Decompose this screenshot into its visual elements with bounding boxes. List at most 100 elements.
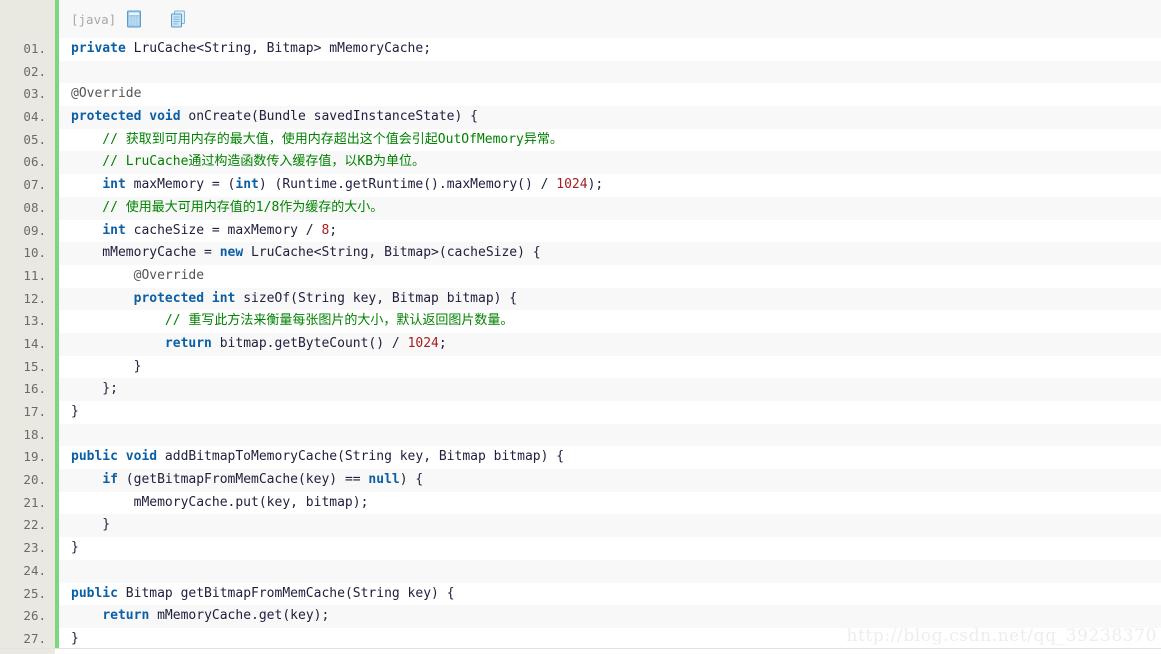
code-token-pl: (getBitmapFromMemCache(key) ==: [117, 472, 369, 488]
code-token-kw: protected void: [71, 109, 181, 125]
code-token-pl: }: [71, 404, 79, 419]
line-number: 20.: [23, 472, 46, 488]
code-token-pl: }: [71, 630, 79, 646]
code-token-pl: }: [71, 540, 79, 556]
code-line: // 使用最大可用内存值的1/8作为缓存的大小。: [59, 196, 1161, 220]
code-line: protected void onCreate(Bundle savedInst…: [59, 106, 1161, 129]
code-token-pl: mMemoryCache =: [71, 245, 220, 261]
code-token-kw: private: [71, 41, 126, 56]
line-number: 26.: [23, 608, 46, 624]
code-line: // 获取到可用内存的最大值，使用内存超出这个值会引起OutOfMemory异常…: [59, 128, 1161, 152]
code-token-pl: };: [71, 381, 118, 397]
code-line: private LruCache<String, Bitmap> mMemory…: [59, 38, 1161, 61]
code-line: protected int sizeOf(String key, Bitmap …: [59, 287, 1161, 311]
code-token-pl: }: [71, 358, 142, 374]
line-number: 06.: [23, 154, 46, 170]
code-block-toolbar: [java]: [59, 0, 1161, 38]
code-line: }: [59, 355, 1161, 379]
code-token-pl: ;: [438, 335, 447, 351]
line-number-gutter: 01. 02. 03. 04. 05. 06. 07. 08. 09. 10. 11. 12. 13. 1…: [0, 0, 55, 654]
code-token-pl: );: [587, 177, 604, 193]
code-token-pl: addBitmapToMemoryCache(String key, Bitma…: [157, 449, 565, 465]
line-number: 21.: [23, 494, 46, 510]
line-number: 16.: [23, 381, 46, 397]
code-line: mMemoryCache = new LruCache<String, Bitm…: [59, 242, 1161, 265]
code-line: [59, 60, 1161, 84]
line-number: 10.: [23, 245, 46, 261]
code-token-cm: // 使用最大可用内存值的1/8作为缓存的大小。: [71, 199, 384, 215]
line-number: 15.: [23, 358, 46, 374]
line-number: 25.: [23, 585, 46, 601]
line-number: 04.: [23, 109, 46, 125]
copy-icon[interactable]: [170, 10, 186, 28]
line-number: 11.: [23, 267, 46, 283]
code-token-kw: public void: [71, 449, 158, 465]
code-token-anno: @Override: [71, 86, 142, 102]
code-token-kw: new: [219, 245, 244, 261]
code-token-num: 1024: [407, 335, 439, 351]
code-token-kw: public: [71, 585, 118, 601]
code-line: // LruCache通过构造函数传入缓存值，以KB为单位。: [59, 151, 1161, 175]
line-number: 09.: [23, 222, 46, 238]
line-number: 05.: [23, 131, 46, 147]
code-token-pl: LruCache<String, Bitmap> mMemoryCache;: [125, 41, 432, 56]
code-line: return bitmap.getByteCount() / 1024;: [59, 332, 1161, 356]
code-line: mMemoryCache.put(key, bitmap);: [59, 491, 1161, 515]
code-line: }: [59, 401, 1161, 424]
code-token-cm: // 获取到可用内存的最大值，使用内存超出这个值会引起OutOfMemory异常…: [71, 131, 563, 147]
code-line: };: [59, 378, 1161, 401]
code-token-pl: ) (Runtime.getRuntime().maxMemory() /: [258, 177, 557, 193]
code-block-viewer: 01. 02. 03. 04. 05. 06. 07. 08. 09. 10. 11. 12. 13. 1…: [0, 0, 1161, 654]
line-number: 03.: [23, 86, 46, 102]
code-token-pl: sizeOf(String key, Bitmap bitmap) {: [235, 290, 518, 306]
line-number: 18.: [23, 426, 46, 442]
code-line: [59, 559, 1161, 583]
code-line: @Override: [59, 83, 1161, 107]
line-number: 23.: [23, 540, 46, 556]
code-token-pl: cacheSize = maxMemory /: [125, 222, 322, 238]
code-token-pl: mMemoryCache.put(key, bitmap);: [71, 494, 369, 510]
code-token-kw: return: [102, 608, 150, 624]
code-token-kw: int: [235, 177, 259, 193]
code-line: if (getBitmapFromMemCache(key) == null) …: [59, 469, 1161, 492]
code-token-pl: Bitmap getBitmapFromMemCache(String key)…: [117, 585, 455, 601]
code-line: }: [59, 537, 1161, 560]
line-number: 13.: [23, 313, 46, 329]
code-token-num: 1024: [556, 177, 588, 193]
code-token-pl: mMemoryCache.get(key);: [149, 608, 330, 624]
line-number: 02.: [23, 63, 46, 79]
code-line: [59, 423, 1161, 447]
code-token-anno: @Override: [71, 267, 205, 283]
line-number: 22.: [23, 517, 46, 533]
line-number: 14.: [23, 335, 46, 351]
code-line: @Override: [59, 264, 1161, 288]
code-token-pl: onCreate(Bundle savedInstanceState) {: [180, 109, 478, 125]
code-token-pl: ;: [329, 222, 338, 238]
code-line: // 重写此方法来衡量每张图片的大小，默认返回图片数量。: [59, 310, 1161, 333]
code-line: }: [59, 514, 1161, 538]
code-content[interactable]: private LruCache<String, Bitmap> mMemory…: [59, 38, 1161, 648]
code-token-kw: if: [102, 472, 118, 488]
code-token-kw: int: [102, 222, 126, 238]
code-line: public void addBitmapToMemoryCache(Strin…: [59, 446, 1161, 470]
code-token-pl: bitmap.getByteCount() /: [211, 335, 408, 351]
bottom-divider: [0, 648, 1161, 649]
line-number: 12.: [23, 290, 46, 306]
code-token-pl: ) {: [399, 472, 424, 488]
code-line: int maxMemory = (int) (Runtime.getRuntim…: [59, 174, 1161, 197]
code-token-pl: maxMemory = (: [125, 177, 236, 193]
code-token-cm: // LruCache通过构造函数传入缓存值，以KB为单位。: [71, 154, 426, 170]
line-number: 08.: [23, 199, 46, 215]
line-number: 24.: [23, 562, 46, 578]
line-number-list: 01. 02. 03. 04. 05. 06. 07. 08. 09. 10. 11. 12. 13. 1…: [0, 38, 55, 651]
code-token-kw: int: [102, 177, 126, 193]
view-plain-icon[interactable]: [126, 10, 142, 28]
code-token-pl: LruCache<String, Bitmap>(cacheSize) {: [243, 245, 541, 261]
code-token-kw: return: [164, 335, 212, 351]
code-token-kw: null: [368, 472, 400, 488]
